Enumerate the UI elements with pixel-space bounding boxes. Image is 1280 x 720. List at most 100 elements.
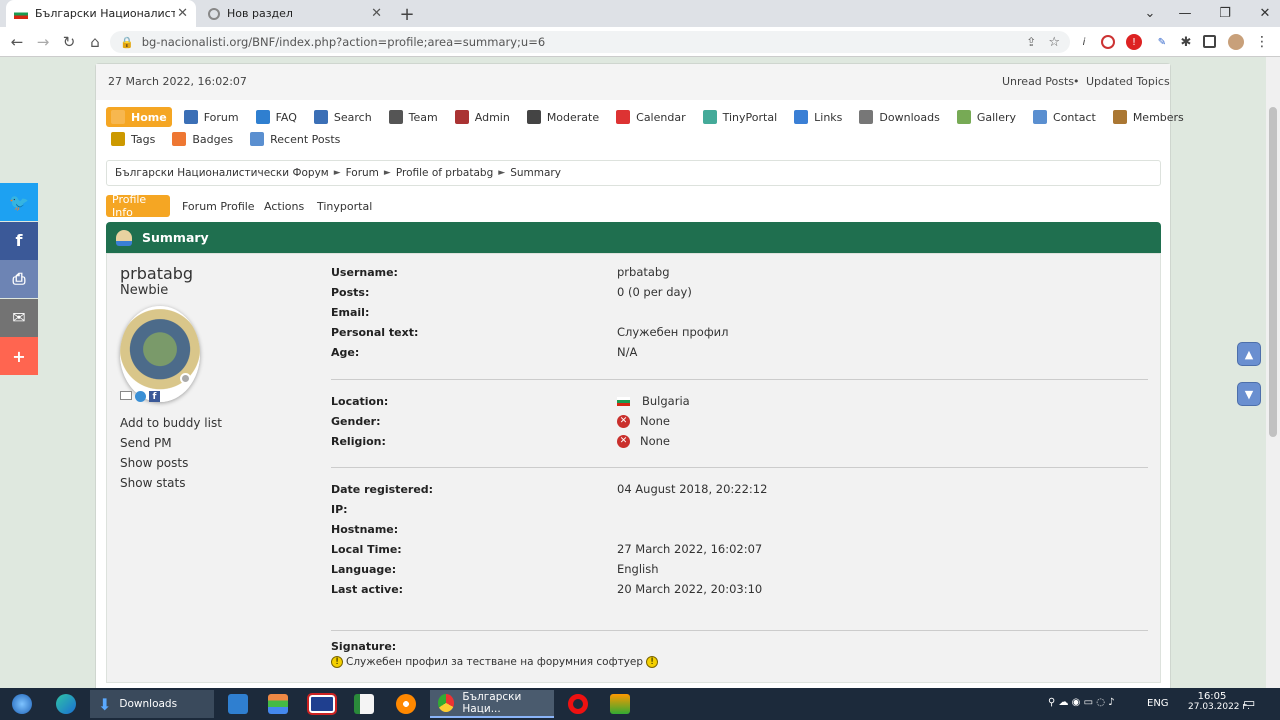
taskbar-downloads[interactable]: ⬇ Downloads bbox=[90, 690, 214, 718]
profile-action-link[interactable]: Send PM bbox=[120, 433, 300, 453]
close-tab-icon[interactable]: ✕ bbox=[371, 6, 382, 21]
stack-icon[interactable] bbox=[604, 690, 636, 718]
menu-item-home[interactable]: Home bbox=[106, 107, 172, 127]
twitter-icon[interactable]: 🐦 bbox=[0, 183, 38, 221]
menu-item-contact[interactable]: Contact bbox=[1028, 107, 1101, 127]
back-icon[interactable]: ← bbox=[4, 27, 30, 57]
main-menu: Home Forum FAQ Search Team Admin Moderate Calen… bbox=[106, 107, 1184, 129]
facebook-icon[interactable]: f bbox=[0, 221, 38, 260]
bookmark-star-icon[interactable]: ☆ bbox=[1048, 35, 1060, 50]
menu-item-admin[interactable]: Admin bbox=[450, 107, 515, 127]
unread-posts-link[interactable]: Unread Posts bbox=[1002, 75, 1074, 88]
notifications-icon[interactable]: ▭ bbox=[1243, 696, 1255, 711]
profile-action-link[interactable]: Show posts bbox=[120, 453, 300, 473]
menu-item-moderate[interactable]: Moderate bbox=[522, 107, 604, 127]
browser-tab-bar: Български Националистически ✕ Нов раздел… bbox=[0, 0, 1280, 27]
share-icon[interactable]: ⇪ bbox=[1026, 35, 1036, 49]
close-tab-icon[interactable]: ✕ bbox=[177, 6, 188, 21]
spreadsheet-icon[interactable] bbox=[348, 690, 380, 718]
start-button[interactable] bbox=[4, 690, 40, 718]
lock-icon: 🔒 bbox=[120, 35, 134, 49]
extension-icon[interactable]: ✎ bbox=[1154, 34, 1170, 50]
breadcrumb-item[interactable]: Български Националистически Форум bbox=[115, 167, 329, 179]
menu-item-recent-posts[interactable]: Recent Posts bbox=[245, 129, 345, 149]
detail-value: Служебен профил bbox=[617, 325, 729, 339]
menu-item-team[interactable]: Team bbox=[384, 107, 443, 127]
mail-icon[interactable] bbox=[222, 690, 254, 718]
tab-actions[interactable]: Actions bbox=[258, 195, 310, 217]
tab-search-icon[interactable]: ⌄ bbox=[1130, 0, 1170, 27]
updated-topics-link[interactable]: Updated Topics bbox=[1086, 75, 1170, 88]
menu-item-links[interactable]: Links bbox=[789, 107, 847, 127]
media-icon[interactable] bbox=[390, 690, 422, 718]
clock[interactable]: 16:05 27.03.2022 г. bbox=[1188, 691, 1250, 712]
facebook-icon[interactable]: f bbox=[149, 391, 160, 402]
page-scrollbar[interactable] bbox=[1266, 57, 1280, 688]
tab-profile-info[interactable]: Profile Info bbox=[106, 193, 170, 219]
team-icon bbox=[388, 110, 403, 124]
menu-item-gallery[interactable]: Gallery bbox=[952, 107, 1021, 127]
extensions-puzzle-icon[interactable]: ✱ bbox=[1178, 34, 1194, 50]
address-bar[interactable]: 🔒 bg-nacionalisti.org/BNF/index.php?acti… bbox=[110, 31, 1070, 53]
menu-item-badges[interactable]: Badges bbox=[167, 129, 238, 149]
scroll-up-button[interactable]: ▲ bbox=[1237, 342, 1261, 366]
gallery-icon bbox=[956, 110, 971, 124]
taskbar-chrome[interactable]: Български Наци... bbox=[430, 690, 554, 718]
restore-icon[interactable]: ❐ bbox=[1205, 0, 1245, 27]
language-indicator[interactable]: ENG bbox=[1147, 698, 1169, 709]
forward-icon[interactable]: → bbox=[30, 27, 56, 57]
profile-action-link[interactable]: Show stats bbox=[120, 473, 300, 493]
menu-item-members[interactable]: Members bbox=[1108, 107, 1189, 127]
minimize-icon[interactable]: — bbox=[1165, 0, 1205, 27]
menu-item-search[interactable]: Search bbox=[309, 107, 377, 127]
divider bbox=[331, 467, 1148, 468]
details-group: Username: prbatabg Posts: 0 (0 per day) Emai… bbox=[331, 262, 1148, 362]
print-icon[interactable]: ⎙ bbox=[0, 260, 38, 298]
menu-icon[interactable]: ⋮ bbox=[1254, 34, 1270, 50]
extension-icon[interactable]: ! bbox=[1126, 34, 1142, 50]
menu-item-calendar[interactable]: Calendar bbox=[611, 107, 690, 127]
opera-icon[interactable] bbox=[562, 690, 594, 718]
extension-icon[interactable] bbox=[1101, 35, 1115, 49]
menu-item-tinyportal[interactable]: TinyPortal bbox=[698, 107, 783, 127]
breadcrumb: Български Националистически Форум ► Forum ►… bbox=[106, 160, 1161, 186]
detail-row: Last active: 20 March 2022, 20:03:10 bbox=[331, 579, 1148, 599]
app-icon[interactable] bbox=[262, 690, 294, 718]
detail-label: Religion: bbox=[331, 434, 386, 448]
scrollbar-thumb[interactable] bbox=[1269, 107, 1277, 437]
tab-tinyportal[interactable]: Tinyportal bbox=[311, 195, 378, 217]
edge-icon[interactable] bbox=[48, 690, 84, 718]
email-icon[interactable]: ✉ bbox=[0, 298, 38, 337]
browser-tab-active[interactable]: Български Националистически ✕ bbox=[6, 0, 196, 27]
menu-item-tags[interactable]: Tags bbox=[106, 129, 160, 149]
more-icon[interactable]: + bbox=[0, 337, 38, 375]
side-panel-icon[interactable] bbox=[1203, 35, 1216, 48]
website-icon[interactable] bbox=[135, 391, 146, 402]
contact-icons: f bbox=[120, 391, 160, 402]
detail-row: Username: prbatabg bbox=[331, 262, 1148, 282]
breadcrumb-item[interactable]: Forum bbox=[346, 167, 379, 179]
reload-icon[interactable]: ↻ bbox=[56, 27, 82, 57]
browser-toolbar: ← → ↻ ⌂ 🔒 bg-nacionalisti.org/BNF/index.… bbox=[0, 27, 1280, 57]
menu-item-downloads[interactable]: Downloads bbox=[854, 107, 944, 127]
menu-item-faq[interactable]: FAQ bbox=[251, 107, 302, 127]
extension-icon[interactable]: i bbox=[1076, 34, 1092, 50]
clock-date: 27.03.2022 г. bbox=[1188, 702, 1250, 712]
profile-action-link[interactable]: Add to buddy list bbox=[120, 413, 300, 433]
detail-label: Language: bbox=[331, 562, 397, 576]
close-window-icon[interactable]: ✕ bbox=[1245, 0, 1280, 27]
home-icon[interactable]: ⌂ bbox=[82, 27, 108, 57]
calendar-icon bbox=[616, 110, 631, 124]
tab-forum-profile[interactable]: Forum Profile bbox=[176, 195, 261, 217]
profile-avatar[interactable] bbox=[1228, 34, 1244, 50]
menu-item-forum[interactable]: Forum bbox=[179, 107, 244, 127]
new-tab-button[interactable]: + bbox=[396, 3, 418, 25]
email-icon[interactable] bbox=[120, 391, 132, 400]
browser-tab[interactable]: Нов раздел ✕ bbox=[200, 0, 390, 27]
tray-icons[interactable]: ⚲ ☁ ◉ ▭ ◌ ♪ bbox=[1048, 697, 1115, 708]
scroll-down-button[interactable]: ▼ bbox=[1237, 382, 1261, 406]
uk-flag-icon[interactable] bbox=[304, 690, 340, 718]
breadcrumb-item[interactable]: Summary bbox=[510, 167, 561, 179]
divider bbox=[331, 630, 1148, 631]
breadcrumb-item[interactable]: Profile of prbatabg bbox=[396, 167, 493, 179]
